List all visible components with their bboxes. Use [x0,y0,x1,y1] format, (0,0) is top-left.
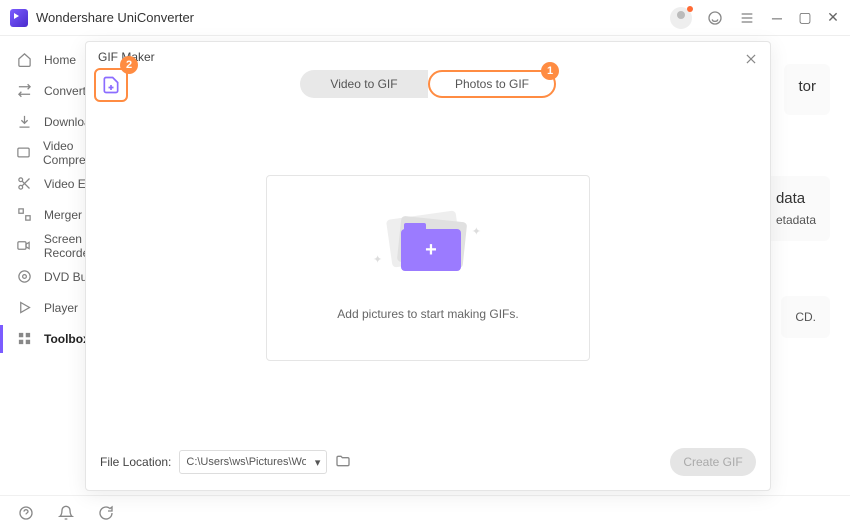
add-pictures-dropzone[interactable]: ✦ ✦ + Add pictures to start making GIFs. [266,175,590,361]
tab-video-to-gif[interactable]: Video to GIF [300,70,428,98]
close-button[interactable]: ✕ [826,9,840,26]
create-gif-button[interactable]: Create GIF [670,448,756,476]
modal-close-button[interactable] [742,50,760,68]
sidebar-item-label: Player [44,301,78,315]
menu-icon[interactable] [738,9,756,27]
bottom-bar [0,495,850,531]
folder-plus-icon: + [401,229,461,271]
sidebar-item-label: Home [44,53,76,67]
account-icon[interactable] [670,7,692,29]
scissors-icon [16,176,32,192]
tab-label: Photos to GIF [455,77,529,91]
badge-step-2: 2 [120,56,138,74]
bg-card: CD. [781,296,830,338]
tab-photos-to-gif[interactable]: Photos to GIF 1 [428,70,556,98]
file-location-value: C:\Users\ws\Pictures\Wonders [186,456,306,468]
help-icon[interactable] [18,505,36,523]
merge-icon [16,207,32,223]
titlebar: Wondershare UniConverter ─ ▢ ✕ [0,0,850,36]
gif-maker-modal: GIF Maker 2 Video to GIF Photos to GIF 1… [85,41,771,491]
titlebar-actions: ─ ▢ ✕ [670,7,840,29]
dropzone-text: Add pictures to start making GIFs. [337,307,518,321]
bell-icon[interactable] [58,505,76,523]
grid-icon [16,331,32,347]
sidebar-item-label: Merger [44,208,82,222]
convert-icon [16,83,32,99]
add-media-button[interactable] [94,68,128,102]
app-title: Wondershare UniConverter [36,10,670,25]
file-location-select[interactable]: C:\Users\ws\Pictures\Wonders ▾ [179,450,327,474]
bg-card: dataetadata [762,176,830,241]
modal-tabs: Video to GIF Photos to GIF 1 [300,70,556,98]
folder-illustration: ✦ ✦ + [383,215,473,275]
minimize-button[interactable]: ─ [770,10,784,26]
file-location-label: File Location: [100,455,171,469]
modal-footer: File Location: C:\Users\ws\Pictures\Wond… [100,448,756,476]
disc-icon [16,269,32,285]
bg-card: tor [784,64,830,115]
compress-icon [16,145,31,161]
support-icon[interactable] [706,9,724,27]
feedback-icon[interactable] [98,505,116,523]
chevron-down-icon: ▾ [315,456,321,469]
badge-step-1: 1 [541,62,559,80]
download-icon [16,114,32,130]
home-icon [16,52,32,68]
app-logo-icon [10,9,28,27]
record-icon [16,238,32,254]
maximize-button[interactable]: ▢ [798,9,812,26]
open-folder-button[interactable] [335,453,353,471]
play-icon [16,300,32,316]
sidebar-item-label: Toolbox [44,332,90,346]
